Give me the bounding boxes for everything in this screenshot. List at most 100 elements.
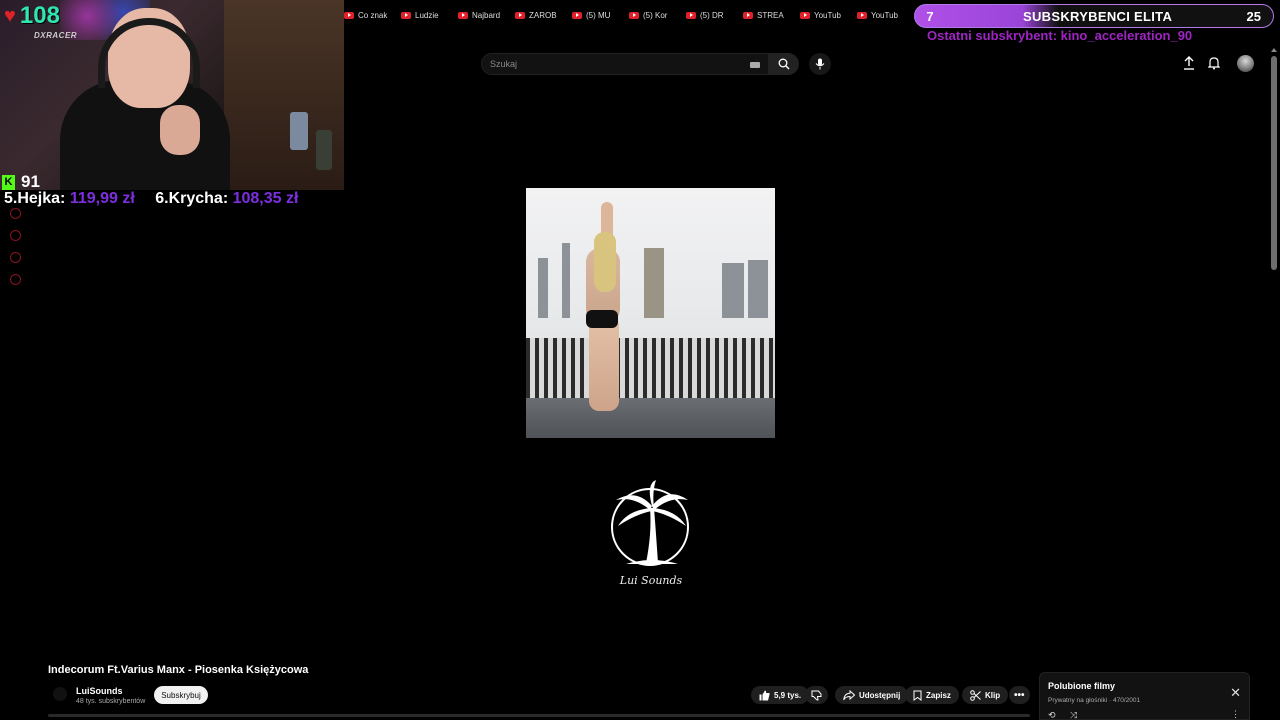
thumbs-down-icon xyxy=(811,690,822,701)
share-label: Udostępnij xyxy=(859,690,901,700)
rail-icon[interactable] xyxy=(10,208,21,219)
drink-can xyxy=(290,112,308,150)
palm-tree-icon xyxy=(616,480,688,564)
youtube-icon xyxy=(686,11,696,19)
dislike-button[interactable] xyxy=(805,686,828,704)
scrollbar-thumb[interactable] xyxy=(1271,56,1277,270)
upload-icon xyxy=(1184,56,1194,70)
dancer xyxy=(589,316,619,411)
scissors-icon xyxy=(970,689,981,701)
sub-goal-bar: 7 SUBSKRYBENCI ELITA 25 xyxy=(914,4,1274,28)
video-title: Indecorum Ft.Varius Manx - Piosenka Księ… xyxy=(48,664,309,676)
drink-can xyxy=(316,130,332,170)
kick-icon: K xyxy=(2,174,15,190)
clip-label: Klip xyxy=(985,690,1001,700)
streamer-hand xyxy=(160,105,200,155)
save-button[interactable]: Zapisz xyxy=(905,686,959,704)
search-input[interactable] xyxy=(490,59,740,69)
dancer xyxy=(586,310,618,328)
bookmark-label: (5) Kor xyxy=(643,10,668,20)
bookmark-item[interactable]: Ludzie xyxy=(401,6,458,24)
bookmark-label: YouTub xyxy=(814,10,841,20)
share-icon xyxy=(843,689,855,700)
bookmark-item[interactable]: YouTub xyxy=(800,6,857,24)
bell-icon xyxy=(1207,57,1221,70)
save-label: Zapisz xyxy=(926,690,951,700)
channel-name[interactable]: LuiSounds xyxy=(76,686,123,696)
donor-entry: 6.Krycha: 108,35 zł xyxy=(155,190,298,207)
hearts-counter: ♥ 108 xyxy=(4,2,60,30)
sub-goal-current: 7 xyxy=(926,8,934,24)
keyboard-icon[interactable] xyxy=(750,62,760,68)
bookmark-label: YouTub xyxy=(871,10,898,20)
donor-entry: 5.Hejka: 119,99 zł xyxy=(4,190,135,207)
bookmark-item[interactable]: ZAROB xyxy=(515,6,572,24)
bookmark-item[interactable]: Co znak xyxy=(344,6,401,24)
progress-bar[interactable] xyxy=(48,714,1030,717)
album-art xyxy=(526,188,775,438)
dancer xyxy=(594,232,616,292)
palace-tower xyxy=(644,248,664,318)
skyscraper xyxy=(722,263,744,318)
bookmark-item[interactable]: (5) MU xyxy=(572,6,629,24)
like-button[interactable]: 5,9 tys. xyxy=(751,686,810,704)
youtube-icon xyxy=(515,11,525,19)
last-subscriber: Ostatni subskrybent: kino_acceleration_9… xyxy=(927,28,1193,43)
close-icon[interactable]: ✕ xyxy=(1230,685,1241,701)
youtube-icon xyxy=(401,11,411,19)
search-button[interactable] xyxy=(769,53,799,75)
donor-leaderboard: 5.Hejka: 119,99 zł 6.Krycha: 108,35 zł xyxy=(4,190,314,208)
skyscraper xyxy=(562,243,570,318)
hearts-count: 108 xyxy=(19,2,60,29)
more-actions-button[interactable]: ••• xyxy=(1009,686,1030,704)
subscribe-button[interactable]: Subskrybuj xyxy=(154,686,208,704)
kick-count: 91 xyxy=(21,172,40,191)
voice-search-button[interactable] xyxy=(809,53,831,75)
loop-icon[interactable]: ⟲ xyxy=(1048,710,1056,720)
playlist-menu-icon[interactable]: ⋮ xyxy=(1231,709,1240,720)
lui-sounds-logo: Lui Sounds xyxy=(606,478,696,588)
bookmark-label: STREA xyxy=(757,10,784,20)
bookmark-item[interactable]: Najbard xyxy=(458,6,515,24)
microphone-icon xyxy=(815,58,825,70)
kick-viewers: K 91 xyxy=(2,172,40,192)
liked-icon[interactable] xyxy=(10,252,21,263)
playlist-panel: Polubione filmy Prywatny na głośniki · 4… xyxy=(1039,672,1250,720)
bookmark-item[interactable]: STREA xyxy=(743,6,800,24)
bookmark-label: ZAROB xyxy=(529,10,557,20)
donor-name: 5.Hejka: xyxy=(4,190,66,207)
logo-text: Lui Sounds xyxy=(619,574,683,587)
notifications-button[interactable] xyxy=(1207,56,1221,75)
bookmark-item[interactable]: (5) Kor xyxy=(629,6,686,24)
bookmarks-bar: Co znak Ludzie Najbard ZAROB (5) MU (5) … xyxy=(344,6,914,24)
playlist-title[interactable]: Polubione filmy xyxy=(1048,681,1115,691)
bookmark-item[interactable]: YouTub xyxy=(857,6,914,24)
playlist-meta: Prywatny na głośniki · 470/2001 xyxy=(1048,697,1141,704)
youtube-icon xyxy=(743,11,753,19)
youtube-icon xyxy=(572,11,582,19)
shuffle-icon[interactable]: ⤨ xyxy=(1070,710,1077,720)
search-box[interactable] xyxy=(481,53,769,75)
clip-button[interactable]: Klip xyxy=(962,686,1009,704)
history-icon[interactable] xyxy=(10,230,21,241)
bookmark-label: Ludzie xyxy=(415,10,439,20)
bookmark-label: Najbard xyxy=(472,10,501,20)
sub-goal-title: SUBSKRYBENCI ELITA xyxy=(1023,9,1173,24)
chair-brand: DXRACER xyxy=(34,31,78,40)
donor-amount: 119,99 zł xyxy=(69,190,135,207)
channel-avatar[interactable] xyxy=(53,687,67,701)
youtube-icon xyxy=(458,11,468,19)
more-icon: ••• xyxy=(1014,689,1025,701)
bookmark-item[interactable]: (5) DR xyxy=(686,6,743,24)
account-avatar[interactable] xyxy=(1237,55,1254,72)
youtube-icon xyxy=(629,11,639,19)
building-block xyxy=(526,338,775,400)
donor-amount: 108,35 zł xyxy=(232,190,299,207)
share-button[interactable]: Udostępnij xyxy=(835,686,909,704)
settings-icon[interactable] xyxy=(10,274,21,285)
scroll-up-arrow[interactable] xyxy=(1271,48,1277,52)
upload-button[interactable] xyxy=(1183,56,1195,75)
bookmark-label: (5) MU xyxy=(586,10,611,20)
youtube-icon xyxy=(800,11,810,19)
skyscraper xyxy=(748,260,768,318)
